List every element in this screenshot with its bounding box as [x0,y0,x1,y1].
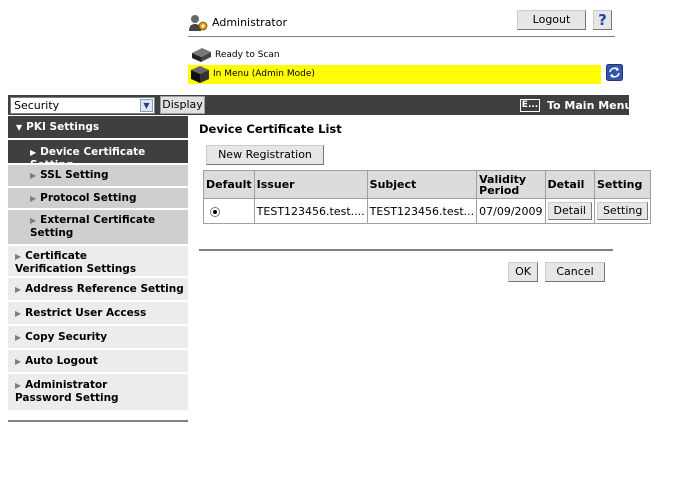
category-select-value: Security [14,99,60,112]
triangle-right-icon: ▶ [15,285,22,294]
sidebar-item-auto-logout[interactable]: ▶ Auto Logout [8,349,188,372]
category-select[interactable]: Security ▼ [10,97,155,114]
default-cell [203,198,255,224]
header-divider [188,36,615,37]
refresh-icon[interactable] [606,64,623,81]
sidebar-item-pki-settings[interactable]: ▼ PKI Settings [8,116,188,138]
cancel-button[interactable]: Cancel [545,262,605,282]
setting-cell: Setting [593,198,652,224]
sidebar-item-restrict-user-access[interactable]: ▶ Restrict User Access [8,301,188,324]
sidebar-item-label: Administrator Password Setting [15,379,119,404]
new-registration-button[interactable]: New Registration [206,145,324,165]
status-mode-text: In Menu (Admin Mode) [213,69,315,79]
triangle-right-icon: ▶ [30,194,37,203]
to-main-menu-link[interactable]: To Main Menu [547,99,632,112]
triangle-right-icon: ▶ [30,148,37,157]
sidebar-subitem-external-certificate[interactable]: ▶ External Certificate Setting [8,209,188,244]
sidebar-item-certificate-verification[interactable]: ▶ Certificate Verification Settings [8,245,188,276]
triangle-right-icon: ▶ [15,252,22,261]
ok-button[interactable]: OK [508,262,538,282]
triangle-down-icon: ▼ [16,123,23,132]
sidebar-item-copy-security[interactable]: ▶ Copy Security [8,325,188,348]
detail-cell: Detail [544,198,595,224]
sidebar-item-label: SSL Setting [40,169,109,181]
scanner-icon [192,48,211,62]
sidebar-item-label: Address Reference Setting [25,283,184,295]
column-header-subject: Subject [366,170,478,199]
setting-button[interactable]: Setting [596,202,649,220]
validity-cell: 07/09/2009 [476,198,546,224]
sidebar-subitem-ssl[interactable]: ▶ SSL Setting [8,164,188,186]
content-divider [199,249,613,251]
sidebar-subitem-protocol[interactable]: ▶ Protocol Setting [8,187,188,208]
triangle-right-icon: ▶ [30,171,37,180]
detail-button[interactable]: Detail [547,202,592,220]
sidebar-item-label: Protocol Setting [40,192,137,204]
sidebar-item-label: PKI Settings [26,121,100,133]
table-row: TEST123456.test.... TEST123456.test... 0… [203,198,652,224]
administrator-icon [189,15,208,31]
default-radio[interactable] [210,206,220,217]
main-menu-icon[interactable]: E... [520,99,540,112]
issuer-cell: TEST123456.test.... [253,198,368,224]
sidebar-item-label: Copy Security [25,331,108,343]
sidebar-item-address-reference[interactable]: ▶ Address Reference Setting [8,277,188,300]
administrator-label: Administrator [212,16,287,29]
sidebar-item-label: Restrict User Access [25,307,147,319]
sidebar-item-admin-password[interactable]: ▶ Administrator Password Setting [8,373,188,410]
triangle-right-icon: ▶ [15,309,22,318]
chevron-down-icon[interactable]: ▼ [140,99,153,112]
triangle-right-icon: ▶ [15,333,22,342]
machine-icon [191,66,209,83]
certificate-table: Default Issuer Subject Validity Period D… [203,170,652,224]
subject-cell: TEST123456.test... [366,198,478,224]
column-header-validity: Validity Period [476,170,546,199]
triangle-right-icon: ▶ [30,216,37,225]
column-header-default: Default [203,170,255,199]
sidebar-subitem-device-certificate[interactable]: ▶Device Certificate Setting [8,139,188,171]
sidebar-item-label: External Certificate Setting [30,214,156,239]
column-header-detail: Detail [544,170,595,199]
help-icon[interactable]: ? [593,10,612,30]
status-ready-text: Ready to Scan [215,50,280,60]
sidebar-divider [8,420,188,422]
sidebar-item-label: Auto Logout [25,355,98,367]
sidebar-item-label: Certificate Verification Settings [15,250,137,275]
column-header-setting: Setting [593,170,652,199]
display-button[interactable]: Display [160,96,205,114]
logout-button[interactable]: Logout [517,10,586,30]
page-title: Device Certificate List [199,122,342,136]
triangle-right-icon: ▶ [15,357,22,366]
triangle-right-icon: ▶ [15,381,22,390]
table-header-row: Default Issuer Subject Validity Period D… [203,170,652,199]
column-header-issuer: Issuer [253,170,368,199]
